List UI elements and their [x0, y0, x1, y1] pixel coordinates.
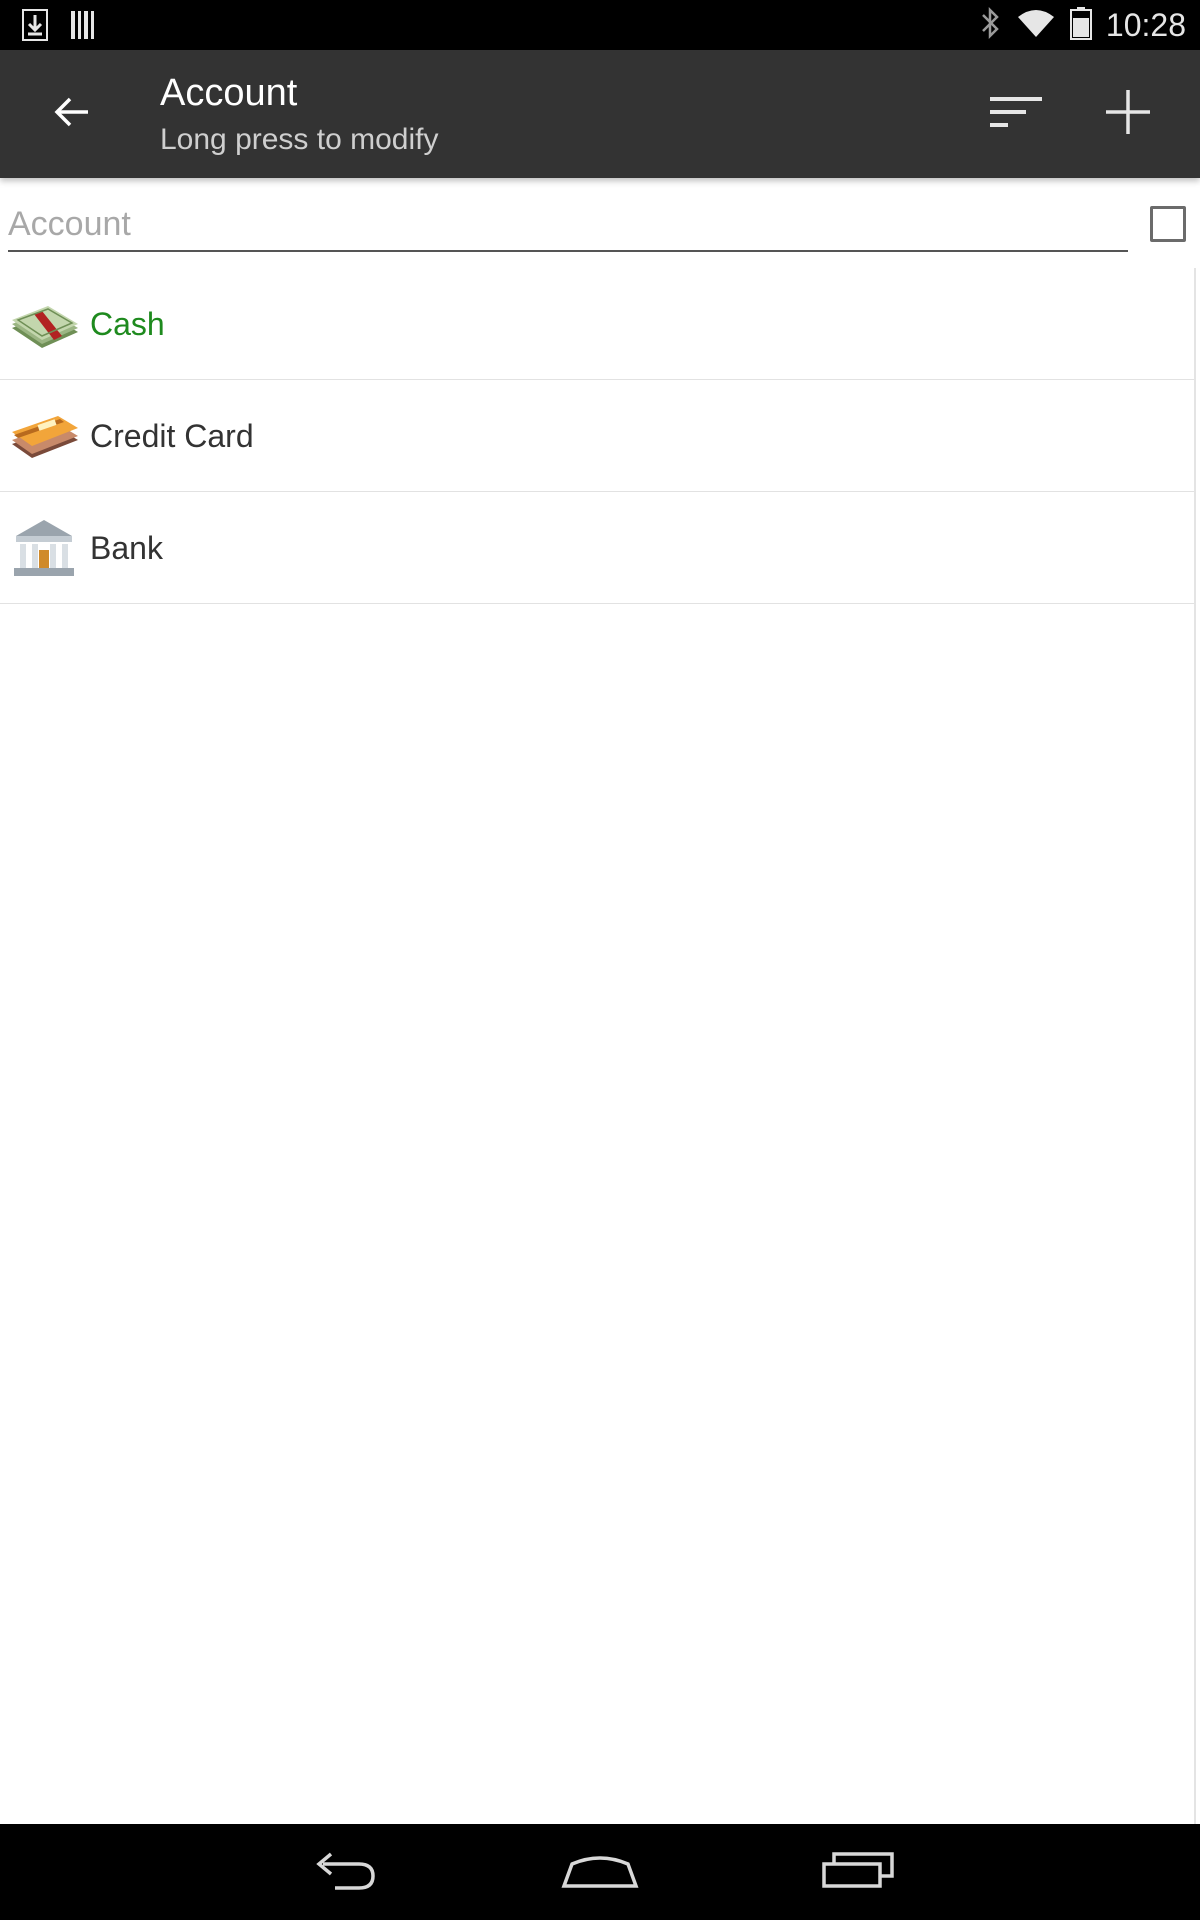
- back-nav-icon: [309, 1848, 379, 1897]
- credit-card-icon: [8, 404, 80, 468]
- account-list: Cash Credit Card Bank: [0, 268, 1196, 1824]
- list-item-cash[interactable]: Cash: [0, 268, 1194, 380]
- list-item-credit-card[interactable]: Credit Card: [0, 380, 1194, 492]
- recents-nav-icon: [820, 1850, 896, 1895]
- nav-back-button[interactable]: [294, 1842, 394, 1902]
- status-bar: 10:28: [0, 0, 1200, 50]
- home-nav-icon: [560, 1850, 640, 1895]
- nav-recents-button[interactable]: [808, 1842, 908, 1902]
- list-item-bank[interactable]: Bank: [0, 492, 1194, 604]
- plus-icon: [1104, 88, 1152, 141]
- list-item-label: Bank: [90, 530, 163, 566]
- cash-icon: [8, 292, 80, 356]
- list-item-label: Credit Card: [90, 418, 254, 454]
- action-bar: Account Long press to modify: [0, 50, 1200, 178]
- nav-home-button[interactable]: [550, 1842, 650, 1902]
- select-all-checkbox[interactable]: [1150, 206, 1186, 242]
- back-button[interactable]: [36, 82, 108, 146]
- back-arrow-icon: [54, 96, 90, 133]
- search-row: [0, 188, 1200, 268]
- sort-button[interactable]: [980, 78, 1052, 150]
- navigation-bar: [0, 1824, 1200, 1920]
- bank-icon: [8, 516, 80, 580]
- battery-icon: [1069, 6, 1092, 45]
- wifi-icon: [1016, 7, 1056, 44]
- status-system: 10:28: [978, 0, 1186, 50]
- page-subtitle: Long press to modify: [160, 123, 439, 156]
- barcode-icon: [70, 9, 98, 46]
- sort-icon: [990, 95, 1042, 134]
- status-notifications: [22, 9, 98, 46]
- title-block: Account Long press to modify: [160, 70, 438, 162]
- bluetooth-icon: [978, 6, 1002, 45]
- download-icon: [22, 9, 48, 46]
- add-account-button[interactable]: [1092, 78, 1164, 150]
- status-time: 10:28: [1105, 6, 1186, 43]
- page-title: Account: [160, 72, 298, 114]
- list-item-label: Cash: [90, 306, 165, 342]
- account-search-input[interactable]: [8, 202, 1128, 252]
